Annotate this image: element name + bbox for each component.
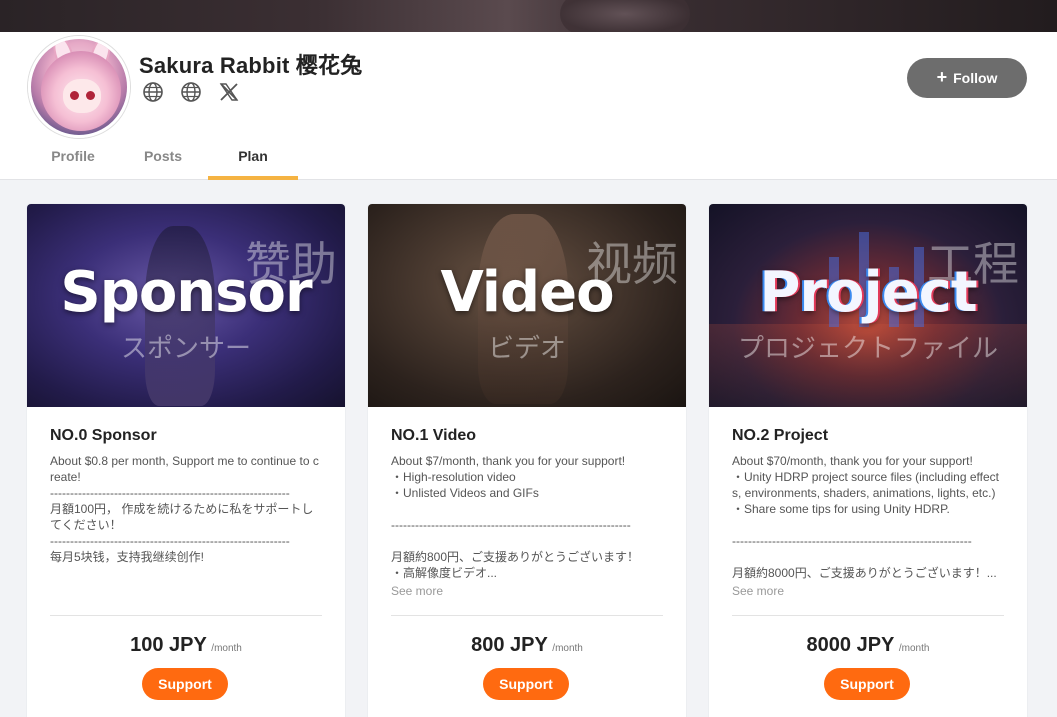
follow-label: Follow (953, 70, 998, 86)
banner-japanese: スポンサー (120, 334, 251, 364)
avatar[interactable] (28, 36, 130, 138)
plan-banner: 工程 Project プロジェクトファイル (709, 204, 1027, 407)
social-links (141, 80, 241, 104)
plan-description: About $70/month, thank you for your supp… (732, 454, 1000, 580)
price: 8000 JPY (806, 634, 895, 656)
divider (732, 615, 1004, 616)
banner-title: Video (440, 260, 614, 325)
price-row: 800 JPY /month (368, 634, 686, 657)
tab-plan[interactable]: Plan (208, 142, 298, 180)
plan-title: NO.1 Video (391, 427, 477, 444)
see-more-link[interactable]: See more (732, 584, 784, 598)
support-button[interactable]: Support (483, 668, 569, 700)
price-row: 8000 JPY /month (709, 634, 1027, 657)
plan-description: About $7/month, thank you for your suppo… (391, 454, 640, 580)
globe-icon[interactable] (179, 80, 203, 104)
plan-description: About $0.8 per month, Support me to cont… (50, 454, 319, 564)
support-button[interactable]: Support (142, 668, 228, 700)
x-icon[interactable] (217, 80, 241, 104)
follow-button[interactable]: + Follow (907, 58, 1027, 98)
plan-card-video: 视频 Video ビデオ NO.1 Video About $7/month, … (368, 204, 686, 717)
price-period: /month (552, 643, 583, 654)
support-button[interactable]: Support (824, 668, 910, 700)
price-period: /month (898, 643, 930, 654)
price-row: 100 JPY /month (27, 634, 345, 657)
creator-name: Sakura Rabbit 樱花兔 (139, 53, 363, 78)
divider (50, 615, 322, 616)
plan-card-project: 工程 Project プロジェクトファイル NO.2 Project About… (709, 204, 1027, 717)
banner-title: Project (759, 260, 977, 325)
see-more-link[interactable]: See more (391, 584, 443, 598)
tab-bar: Profile Posts Plan (28, 142, 298, 180)
plan-banner: 赞助 Sponsor スポンサー (27, 204, 345, 407)
price-period: /month (211, 643, 242, 654)
banner-title: Sponsor (60, 260, 312, 325)
plus-icon: + (936, 67, 948, 87)
globe-icon[interactable] (141, 80, 165, 104)
plan-title: NO.2 Project (732, 427, 829, 444)
plan-title: NO.0 Sponsor (50, 427, 157, 444)
plan-banner: 视频 Video ビデオ (368, 204, 686, 407)
price: 100 JPY (130, 634, 207, 656)
banner-japanese: ビデオ (487, 334, 566, 364)
banner-japanese: プロジェクトファイル (737, 334, 998, 364)
plan-card-sponsor: 赞助 Sponsor スポンサー NO.0 Sponsor About $0.8… (27, 204, 345, 717)
cover-image (0, 0, 1057, 32)
divider (391, 615, 663, 616)
price: 800 JPY (471, 634, 548, 656)
tab-posts[interactable]: Posts (118, 142, 208, 180)
tab-profile[interactable]: Profile (28, 142, 118, 180)
creator-header: Sakura Rabbit 樱花兔 + Follow Profile Posts… (0, 32, 1057, 180)
